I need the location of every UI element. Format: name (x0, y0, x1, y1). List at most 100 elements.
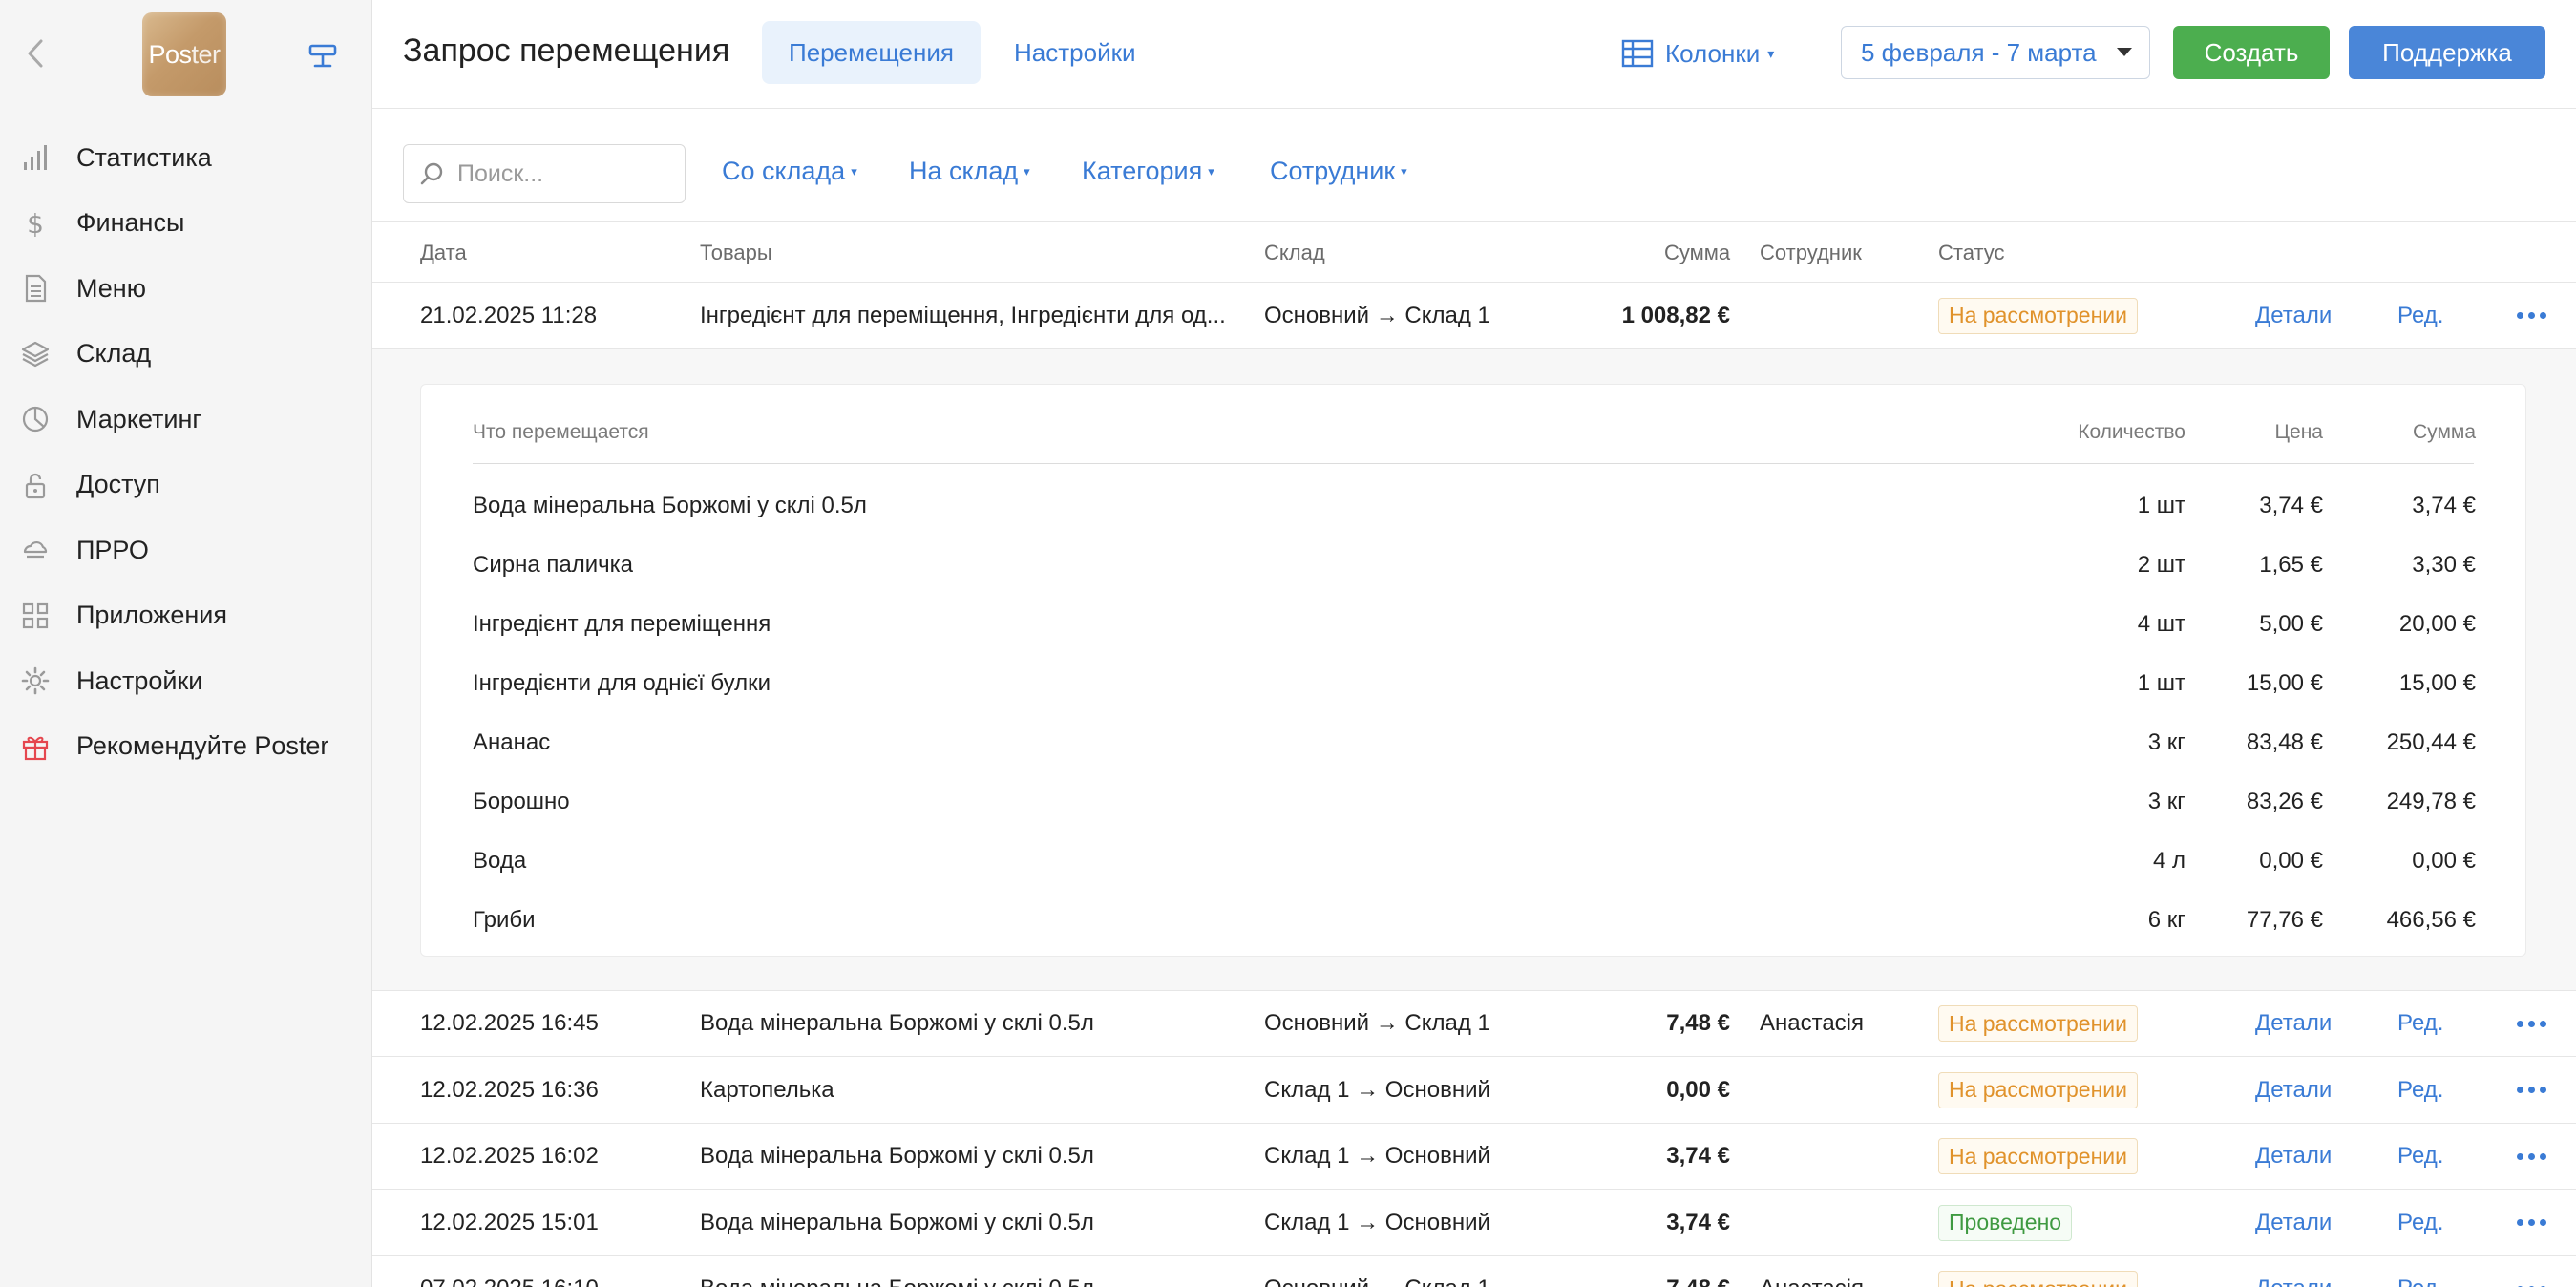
edit-link[interactable]: Ред. (2397, 1190, 2443, 1255)
columns-button[interactable]: Колонки ▾ (1621, 29, 1774, 78)
sidebar-item-5[interactable]: Доступ (0, 453, 372, 518)
detail-header-divider (473, 462, 2474, 464)
detail-item-price: 5,00 € (2259, 610, 2323, 637)
detail-item-row: Інгредієнти для однієї булки 1 шт 15,00 € 1… (421, 654, 2525, 713)
sidebar-item-9[interactable]: Рекомендуйте Poster (0, 714, 372, 780)
table-row[interactable]: 12.02.2025 16:36 Картопелька Склад 1 → Осн… (372, 1057, 2576, 1124)
more-actions-button[interactable] (2517, 1256, 2546, 1287)
support-button[interactable]: Поддержка (2349, 26, 2545, 79)
tab-transfers[interactable]: Перемещения (762, 21, 981, 84)
table-row[interactable]: 07.02.2025 16:10 Вода мінеральна Боржомі … (372, 1255, 2576, 1287)
details-link[interactable]: Детали (2255, 1190, 2332, 1255)
detail-item-price: 77,76 € (2246, 906, 2323, 933)
table-row[interactable]: 12.02.2025 16:02 Вода мінеральна Боржомі … (372, 1123, 2576, 1190)
col-employee[interactable]: Сотрудник (1760, 241, 1862, 265)
search-input[interactable] (457, 159, 667, 188)
sidebar-item-label: ПРРО (76, 535, 149, 564)
status-badge: Проведено (1938, 1204, 2073, 1241)
col-warehouse[interactable]: Склад (1264, 241, 1325, 265)
date-range-label: 5 февраля - 7 марта (1861, 37, 2097, 67)
table-header: Дата Товары Склад Сумма Сотрудник Статус (372, 222, 2576, 283)
details-link[interactable]: Детали (2255, 1256, 2332, 1287)
create-button[interactable]: Создать (2173, 26, 2330, 79)
more-actions-button[interactable] (2517, 1190, 2546, 1255)
more-dots-icon (2517, 1087, 2546, 1093)
pos-terminal-button[interactable] (304, 36, 342, 74)
sidebar-item-label: Приложения (76, 601, 227, 630)
row-status: На рассмотрении (1938, 283, 2186, 348)
sidebar-item-2[interactable]: Меню (0, 256, 372, 322)
sidebar-item-6[interactable]: ПРРО (0, 517, 372, 583)
logo-text-part2: ter (191, 39, 222, 69)
filter-category[interactable]: Категория ▾ (1082, 157, 1214, 186)
details-link[interactable]: Детали (2255, 1057, 2332, 1123)
filter-category-label: Категория (1082, 157, 1203, 185)
filter-from-warehouse[interactable]: Со склада ▾ (722, 157, 857, 186)
table-row[interactable]: 12.02.2025 16:45 Вода мінеральна Боржомі … (372, 990, 2576, 1057)
pie-icon (19, 403, 52, 435)
details-link[interactable]: Детали (2255, 283, 2332, 348)
more-actions-button[interactable] (2517, 283, 2546, 348)
table-row[interactable]: 12.02.2025 15:01 Вода мінеральна Боржомі … (372, 1190, 2576, 1256)
sidebar-menu: Статистика $ Финансы Меню Склад Маркетинг Дост… (0, 125, 372, 779)
col-status[interactable]: Статус (1938, 241, 2005, 265)
detail-item-name: Сирна паличка (473, 551, 633, 578)
row-warehouse: Основний → Склад 1 (1264, 1010, 1490, 1036)
row-status: На рассмотрении (1938, 1124, 2186, 1190)
sidebar-item-8[interactable]: Настройки (0, 648, 372, 714)
sidebar-item-4[interactable]: Маркетинг (0, 387, 372, 453)
lock-icon (19, 469, 52, 501)
caret-down-icon: ▾ (1401, 163, 1407, 179)
detail-item-sum: 3,74 € (2412, 492, 2476, 518)
tab-settings[interactable]: Настройки (987, 21, 1163, 84)
row-status: На рассмотрении (1938, 1057, 2186, 1123)
row-sum: 1 008,82 € (1621, 302, 1730, 328)
table-row[interactable]: 21.02.2025 11:28 Інгредієнт для переміщен… (372, 283, 2576, 349)
edit-link[interactable]: Ред. (2397, 1124, 2443, 1190)
search-icon (420, 162, 443, 185)
row-goods: Інгредієнт для переміщення, Інгредієнти … (700, 302, 1226, 328)
detail-item-price: 15,00 € (2246, 669, 2323, 696)
row-warehouse: Основний → Склад 1 (1264, 1256, 1551, 1287)
col-sum[interactable]: Сумма (1664, 241, 1730, 265)
sidebar-item-3[interactable]: Склад (0, 322, 372, 388)
row-status: На рассмотрении (1938, 1256, 2186, 1287)
row-employee (1760, 1057, 1922, 1123)
filter-to-warehouse[interactable]: На склад ▾ (909, 157, 1030, 186)
row-goods: Картопелька (700, 1076, 834, 1103)
bar-chart-icon (19, 141, 52, 174)
sidebar-item-0[interactable]: Статистика (0, 125, 372, 191)
more-actions-button[interactable] (2517, 1057, 2546, 1123)
row-sum: 7,48 € (1666, 1010, 1730, 1036)
detail-item-name: Інгредієнти для однієї булки (473, 669, 771, 696)
row-date: 12.02.2025 16:45 (420, 1010, 599, 1036)
detail-item-row: Вода мінеральна Боржомі у склі 0.5л 1 шт 3… (421, 476, 2525, 536)
more-dots-icon (2517, 1020, 2546, 1027)
edit-link[interactable]: Ред. (2397, 1256, 2443, 1287)
detail-item-sum: 3,30 € (2412, 551, 2476, 578)
edit-link[interactable]: Ред. (2397, 283, 2443, 348)
back-button[interactable] (21, 34, 50, 73)
sidebar-item-7[interactable]: Приложения (0, 583, 372, 649)
col-goods[interactable]: Товары (700, 241, 772, 265)
row-warehouse: Склад 1 → Основний (1264, 1209, 1490, 1235)
more-actions-button[interactable] (2517, 1124, 2546, 1190)
detail-col-item: Что перемещается (473, 420, 649, 443)
col-date[interactable]: Дата (420, 241, 467, 265)
detail-item-qty: 2 шт (2137, 551, 2185, 578)
detail-item-qty: 1 шт (2137, 492, 2185, 518)
details-link[interactable]: Детали (2255, 1124, 2332, 1190)
edit-link[interactable]: Ред. (2397, 991, 2443, 1057)
sidebar-item-1[interactable]: $ Финансы (0, 191, 372, 257)
row-sum: 0,00 € (1666, 1076, 1730, 1103)
row-warehouse: Склад 1 → Основний (1264, 1076, 1490, 1103)
edit-link[interactable]: Ред. (2397, 1057, 2443, 1123)
search-box[interactable] (403, 144, 686, 203)
poster-logo[interactable]: Pos ter (142, 12, 226, 96)
more-actions-button[interactable] (2517, 991, 2546, 1057)
details-link[interactable]: Детали (2255, 991, 2332, 1057)
filter-employee[interactable]: Сотрудник ▾ (1270, 157, 1407, 186)
date-range-picker[interactable]: 5 февраля - 7 марта (1841, 26, 2150, 79)
detail-item-name: Інгредієнт для переміщення (473, 610, 771, 637)
detail-item-row: Інгредієнт для переміщення 4 шт 5,00 € 20,0… (421, 595, 2525, 654)
